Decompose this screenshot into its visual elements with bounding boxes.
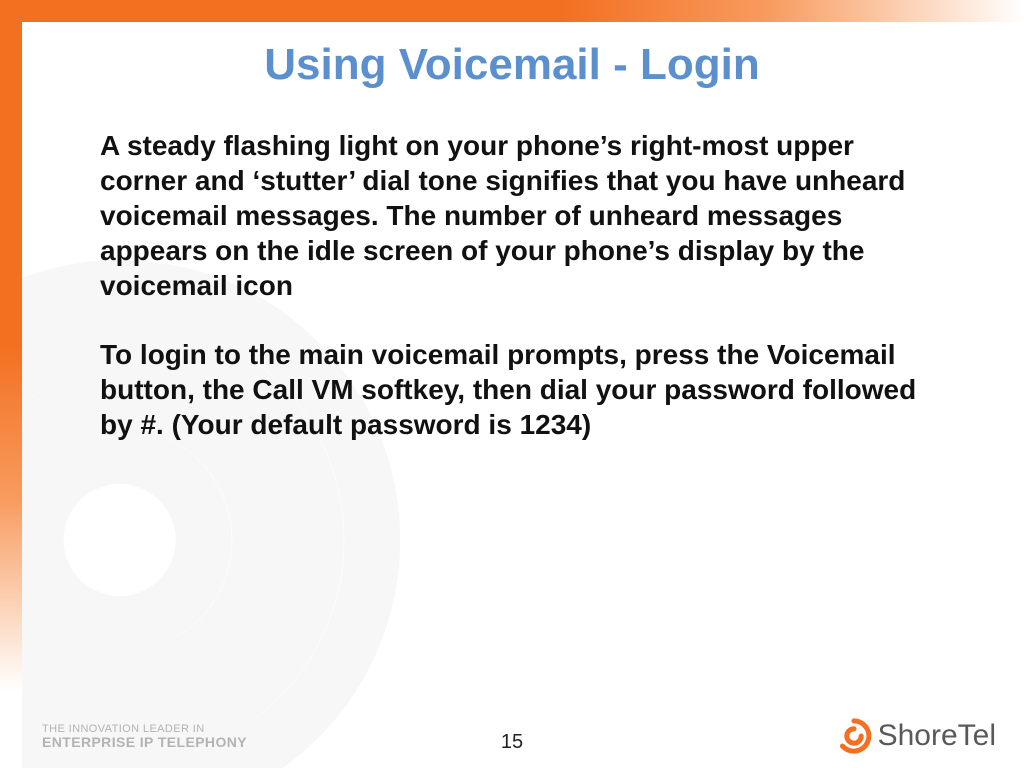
slide: Using Voicemail - Login A steady flashin… xyxy=(0,0,1024,768)
paragraph-2: To login to the main voicemail prompts, … xyxy=(100,337,920,442)
border-top xyxy=(0,0,1024,22)
paragraph-1: A steady flashing light on your phone’s … xyxy=(100,128,920,303)
slide-title: Using Voicemail - Login xyxy=(0,40,1024,90)
brand-name: ShoreTel xyxy=(878,719,996,753)
footer-tagline: THE INNOVATION LEADER IN ENTERPRISE IP T… xyxy=(42,724,247,750)
border-left xyxy=(0,0,22,768)
tagline-line-2: ENTERPRISE IP TELEPHONY xyxy=(42,735,247,750)
shoretel-swirl-icon xyxy=(836,718,872,754)
slide-body: A steady flashing light on your phone’s … xyxy=(100,128,920,476)
footer-logo: ShoreTel xyxy=(836,718,996,754)
